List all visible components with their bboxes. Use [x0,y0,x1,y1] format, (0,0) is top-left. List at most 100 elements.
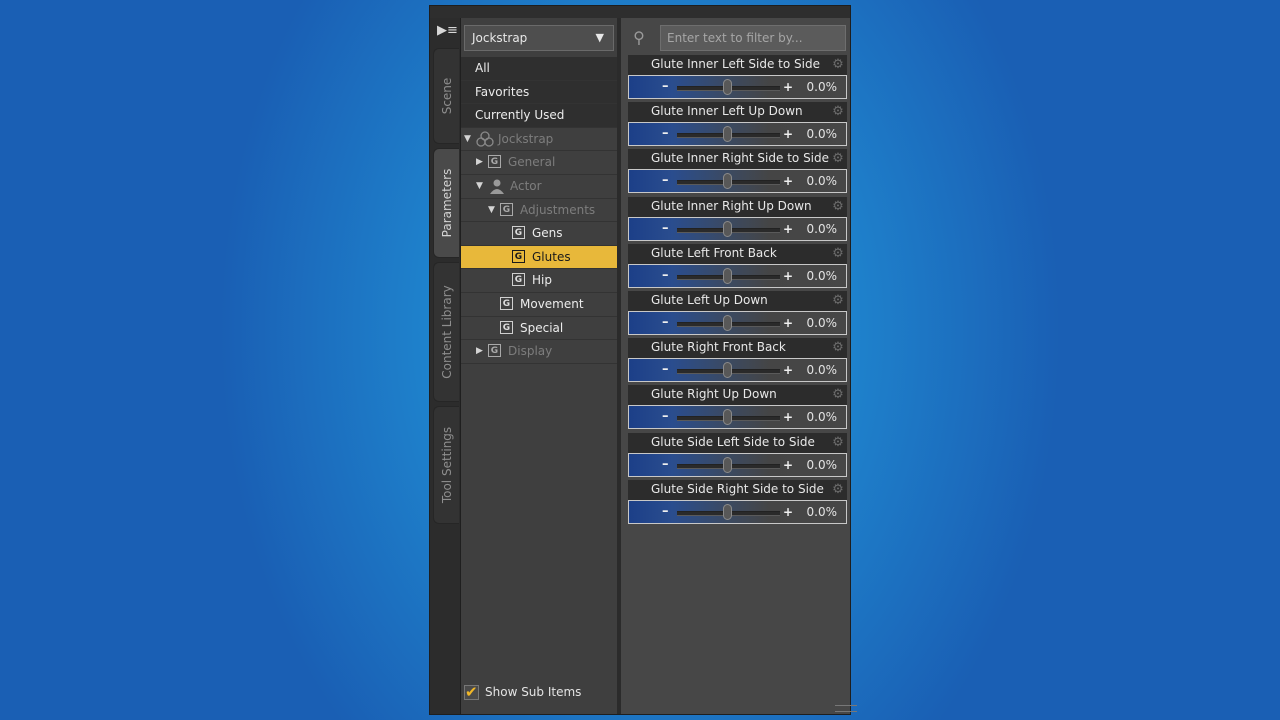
decrement-button[interactable]: – [662,172,669,190]
pane-title-bar[interactable] [430,6,850,18]
tab-scene[interactable]: Scene [433,48,459,144]
slider-track[interactable]: – +0.0% [628,310,847,335]
gear-icon[interactable]: ⚙ [831,338,845,358]
slider-track[interactable]: – +0.0% [628,122,847,147]
increment-button[interactable]: + [783,78,793,96]
increment-button[interactable]: + [783,503,793,521]
slider-title-bar[interactable]: Glute Inner Right Side to Side ⚙ [628,149,847,170]
increment-button[interactable]: + [783,361,793,379]
slider-title-bar[interactable]: Glute Right Up Down ⚙ [628,385,847,406]
slider-handle[interactable] [723,503,732,520]
increment-button[interactable]: + [783,456,793,474]
slider-value[interactable]: 0.0% [807,312,838,334]
expand-arrow-icon[interactable]: ▼ [464,128,471,152]
slider-title-bar[interactable]: Glute Inner Right Up Down ⚙ [628,196,847,217]
collapse-arrow-icon[interactable]: ▶ [476,151,483,175]
tree-item-flat[interactable]: Currently Used [461,104,617,128]
slider-value[interactable]: 0.0% [807,454,838,476]
decrement-button[interactable]: – [662,220,669,238]
slider-title-bar[interactable]: Glute Left Front Back ⚙ [628,243,847,264]
tree-item[interactable]: G Movement [461,293,617,317]
slider-value[interactable]: 0.0% [807,406,838,428]
tree-item[interactable]: G Hip [461,269,617,293]
gear-icon[interactable]: ⚙ [831,55,845,75]
decrement-button[interactable]: – [662,503,669,521]
gear-icon[interactable]: ⚙ [831,102,845,122]
slider-handle[interactable] [723,220,732,237]
slider-track[interactable]: – +0.0% [628,169,847,194]
expand-arrow-icon[interactable]: ▼ [476,175,483,199]
gear-icon[interactable]: ⚙ [831,385,845,405]
tab-tool-settings[interactable]: Tool Settings [433,406,459,524]
slider-track[interactable]: – +0.0% [628,358,847,383]
slider-title-bar[interactable]: Glute Side Right Side to Side ⚙ [628,479,847,500]
gear-icon[interactable]: ⚙ [831,433,845,453]
increment-button[interactable]: + [783,408,793,426]
increment-button[interactable]: + [783,314,793,332]
gear-icon[interactable]: ⚙ [831,197,845,217]
slider-handle[interactable] [723,173,732,190]
tree-item[interactable]: ▼ Actor [461,175,617,199]
tab-parameters[interactable]: Parameters [433,148,459,258]
resize-grip[interactable] [835,705,857,712]
tree-item[interactable]: ▶ G Display [461,340,617,364]
gear-icon[interactable]: ⚙ [831,291,845,311]
slider-handle[interactable] [723,267,732,284]
filter-input[interactable] [660,25,846,51]
tree-item-flat[interactable]: All [461,57,617,81]
gear-icon[interactable]: ⚙ [831,244,845,264]
slider-value[interactable]: 0.0% [807,123,838,145]
slider-handle[interactable] [723,126,732,143]
increment-button[interactable]: + [783,267,793,285]
slider-track[interactable]: – +0.0% [628,405,847,430]
slider-track[interactable]: – +0.0% [628,263,847,288]
search-icon[interactable]: ⚲ [627,26,651,50]
slider-title-bar[interactable]: Glute Right Front Back ⚙ [628,338,847,359]
slider-track[interactable]: – +0.0% [628,499,847,524]
slider-value[interactable]: 0.0% [807,76,838,98]
tree-item[interactable]: ▼ Jockstrap [461,128,617,152]
tree-item[interactable]: G Glutes [461,245,617,270]
pane-menu-icon[interactable]: ▶≡ [437,22,458,40]
slider-handle[interactable] [723,409,732,426]
slider-value[interactable]: 0.0% [807,265,838,287]
decrement-button[interactable]: – [662,408,669,426]
slider-value[interactable]: 0.0% [807,501,838,523]
gear-icon[interactable]: ⚙ [831,480,845,500]
node-select-dropdown[interactable]: Jockstrap ▼ [464,25,614,51]
slider-track[interactable]: – +0.0% [628,75,847,99]
increment-button[interactable]: + [783,220,793,238]
show-sub-items-checkbox[interactable]: ✔ Show Sub Items [464,682,581,702]
decrement-button[interactable]: – [662,78,669,96]
tree-item[interactable]: G Special [461,317,617,341]
tree-item[interactable]: ▼ G Adjustments [461,199,617,223]
expand-arrow-icon[interactable]: ▼ [488,199,495,223]
tree-item[interactable]: G Gens [461,222,617,246]
increment-button[interactable]: + [783,125,793,143]
checkbox-box[interactable]: ✔ [464,683,479,701]
slider-handle[interactable] [723,314,732,331]
tab-content-library[interactable]: Content Library [433,262,459,402]
collapse-arrow-icon[interactable]: ▶ [476,340,483,364]
decrement-button[interactable]: – [662,456,669,474]
slider-title-bar[interactable]: Glute Side Left Side to Side ⚙ [628,432,847,453]
slider-value[interactable]: 0.0% [807,359,838,381]
slider-handle[interactable] [723,456,732,473]
increment-button[interactable]: + [783,172,793,190]
slider-handle[interactable] [723,79,732,95]
tree-item[interactable]: ▶ G General [461,151,617,175]
slider-title-bar[interactable]: Glute Inner Left Side to Side ⚙ [628,55,847,75]
gear-icon[interactable]: ⚙ [831,149,845,169]
decrement-button[interactable]: – [662,361,669,379]
slider-value[interactable]: 0.0% [807,218,838,240]
decrement-button[interactable]: – [662,267,669,285]
slider-track[interactable]: – +0.0% [628,452,847,477]
decrement-button[interactable]: – [662,125,669,143]
slider-title-bar[interactable]: Glute Inner Left Up Down ⚙ [628,102,847,123]
decrement-button[interactable]: – [662,314,669,332]
slider-handle[interactable] [723,362,732,379]
slider-title-bar[interactable]: Glute Left Up Down ⚙ [628,290,847,311]
slider-value[interactable]: 0.0% [807,170,838,192]
tree-item-flat[interactable]: Favorites [461,80,617,105]
slider-track[interactable]: – +0.0% [628,216,847,241]
